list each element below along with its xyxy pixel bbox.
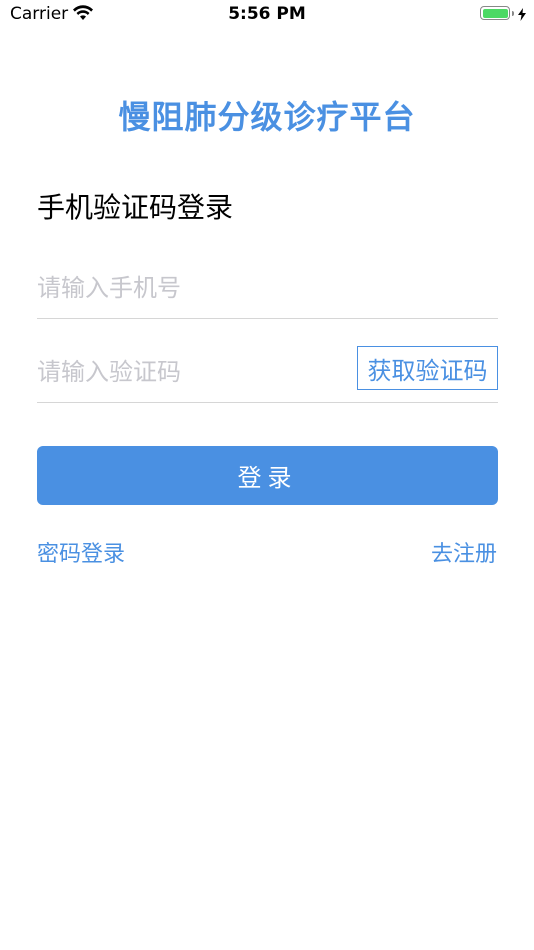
phone-field [37,262,498,319]
charging-bolt-icon [518,6,526,25]
register-link[interactable]: 去注册 [431,536,497,568]
status-bar: Carrier 5:56 PM [0,0,534,30]
verification-code-field: 获取验证码 [37,346,498,403]
get-verification-code-button[interactable]: 获取验证码 [357,346,498,390]
battery-icon [480,6,514,20]
battery-level [482,8,508,18]
app-title: 慢阻肺分级诊疗平台 [118,98,416,136]
status-time: 5:56 PM [228,4,306,24]
password-login-link[interactable]: 密码登录 [37,536,125,568]
phone-input[interactable] [37,270,337,306]
login-section-title: 手机验证码登录 [37,191,234,224]
verification-code-input[interactable] [37,354,337,390]
login-button[interactable]: 登录 [37,446,498,505]
